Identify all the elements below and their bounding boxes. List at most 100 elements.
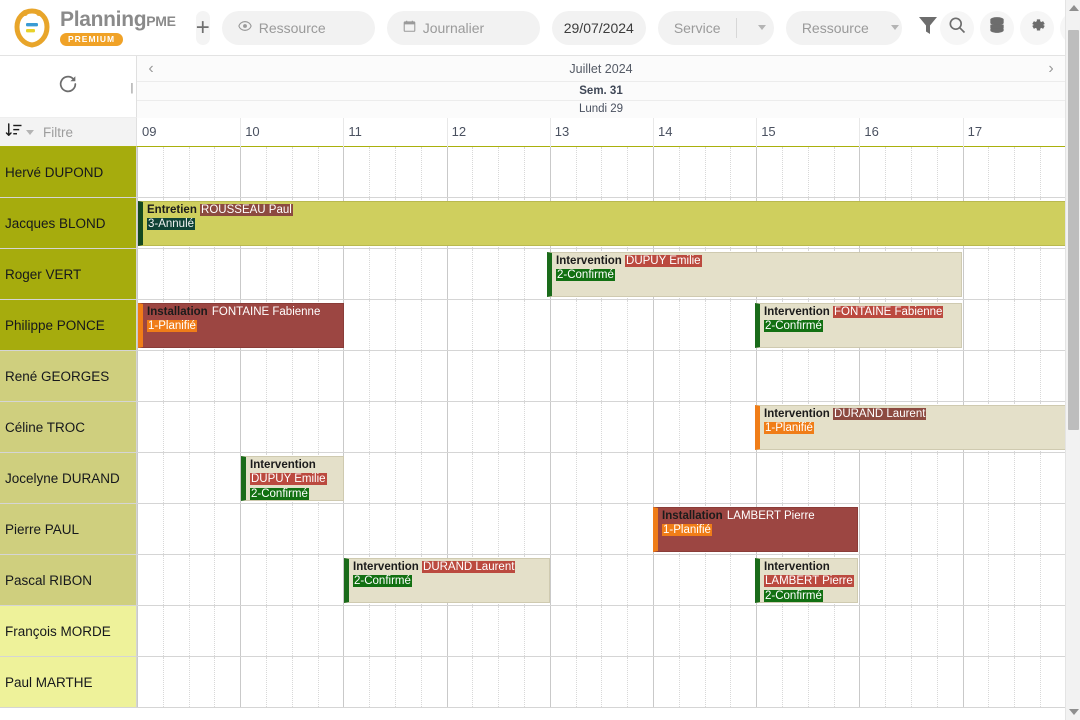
hour-gridline xyxy=(653,555,654,605)
quarter-gridline xyxy=(885,555,887,605)
task-type-label: Intervention xyxy=(764,408,830,420)
resource-timeline-cells[interactable] xyxy=(137,351,1065,401)
prev-period-button[interactable]: ‹ xyxy=(137,60,165,78)
panel-resize-handle[interactable]: || xyxy=(130,82,136,96)
resource-select[interactable]: Ressource xyxy=(785,10,902,45)
resource-timeline-cells[interactable]: Intervention DURAND Laurent 1-Planifié xyxy=(137,402,1065,452)
resource-name-cell[interactable]: François MORDE xyxy=(0,606,137,656)
scroll-up-button[interactable] xyxy=(1066,0,1080,16)
planningpme-logo-icon xyxy=(12,7,52,48)
refresh-button[interactable] xyxy=(57,73,79,100)
task-bar[interactable]: Intervention DUPUY Emilie 2-Confirmé xyxy=(241,456,344,501)
quarter-gridline xyxy=(188,657,190,707)
select-divider xyxy=(735,17,737,38)
hour-gridline xyxy=(343,606,345,656)
quarter-gridline xyxy=(627,402,629,452)
task-client-label: LAMBERT Pierre xyxy=(764,575,854,588)
quarter-gridline xyxy=(601,555,603,605)
resource-name-cell[interactable]: René GEORGES xyxy=(0,351,137,401)
add-button[interactable]: + xyxy=(195,10,210,45)
quarter-gridline xyxy=(833,351,835,401)
scroll-down-button[interactable] xyxy=(1066,704,1080,720)
resource-timeline-cells[interactable]: Intervention DURAND Laurent 2-Confirmé Int… xyxy=(137,555,1065,605)
task-client-label: DUPUY Emilie xyxy=(625,255,702,267)
resource-name-cell[interactable]: Hervé DUPOND xyxy=(0,147,137,197)
quarter-gridline xyxy=(807,147,809,197)
filter-button[interactable] xyxy=(916,13,940,42)
quarter-gridline xyxy=(730,300,732,350)
resource-name-cell[interactable]: Jocelyne DURAND xyxy=(0,453,137,503)
quarter-gridline xyxy=(782,453,783,503)
resource-timeline-cells[interactable]: Intervention DUPUY Emilie 2-Confirmé xyxy=(137,249,1065,299)
quarter-gridline xyxy=(704,147,706,197)
quarter-gridline xyxy=(420,606,422,656)
quarter-gridline xyxy=(782,657,783,707)
scrollbar-thumb[interactable] xyxy=(1068,30,1079,430)
resource-name-cell[interactable]: Céline TROC xyxy=(0,402,137,452)
hour-gridline xyxy=(240,351,242,401)
task-line: 1-Planifié xyxy=(764,421,1065,435)
resource-name-label: Philippe PONCE xyxy=(5,317,105,333)
resource-name-cell[interactable]: Paul MARTHE xyxy=(0,657,137,707)
search-button[interactable] xyxy=(939,10,974,45)
task-bar[interactable]: Intervention DURAND Laurent 2-Confirmé xyxy=(344,558,550,603)
resource-name-cell[interactable]: Pierre PAUL xyxy=(0,504,137,554)
task-status-label: 3-Annulé xyxy=(147,218,196,231)
quarter-gridline xyxy=(807,453,809,503)
next-period-button[interactable]: › xyxy=(1037,60,1065,78)
quarter-gridline xyxy=(988,300,990,350)
resource-timeline-cells[interactable] xyxy=(137,147,1065,197)
hour-tick xyxy=(240,118,242,147)
filter-input[interactable]: Filtre xyxy=(43,125,73,140)
task-bar[interactable]: Entretien ROUSSEAU Paul 3-Annulé xyxy=(138,201,1065,246)
hour-gridline xyxy=(137,606,138,656)
vertical-scrollbar[interactable] xyxy=(1065,0,1080,720)
quarter-gridline xyxy=(936,147,938,197)
quarter-gridline xyxy=(885,606,887,656)
quarter-gridline xyxy=(266,147,267,197)
hour-gridline xyxy=(962,657,964,707)
task-bar[interactable]: Installation LAMBERT Pierre 1-Planifié xyxy=(653,507,858,552)
quarter-gridline xyxy=(524,351,525,401)
quarter-gridline xyxy=(162,147,164,197)
task-bar[interactable]: Intervention LAMBERT Pierre 2-Confirmé xyxy=(755,558,858,603)
sort-chevron-down-icon[interactable] xyxy=(26,129,34,135)
hour-scale: 09 10 11 12 13 14 15 16 17 xyxy=(137,118,1065,147)
hour-gridline xyxy=(446,300,448,350)
quarter-gridline xyxy=(472,453,474,503)
resource-name-cell[interactable]: Pascal RIBON xyxy=(0,555,137,605)
quarter-gridline xyxy=(988,657,990,707)
resource-timeline-cells[interactable]: Installation LAMBERT Pierre 1-Planifié xyxy=(137,504,1065,554)
task-bar[interactable]: Intervention FONTAINE Fabienne 2-Confirmé xyxy=(755,303,962,348)
resource-timeline-cells[interactable] xyxy=(137,657,1065,707)
resource-row: Pierre PAUL Installation LAMBERT Pierre 1-… xyxy=(0,504,1065,555)
resource-name-cell[interactable]: Roger VERT xyxy=(0,249,137,299)
quarter-gridline xyxy=(524,606,525,656)
settings-button[interactable] xyxy=(1019,10,1054,45)
hour-gridline xyxy=(756,606,758,656)
view-mode-label: Ressource xyxy=(258,19,326,36)
resource-timeline-cells[interactable]: Entretien ROUSSEAU Paul 3-Annulé xyxy=(137,198,1065,248)
task-bar[interactable]: Intervention DURAND Laurent 1-Planifié xyxy=(755,405,1065,450)
sort-button[interactable] xyxy=(5,121,23,144)
resource-timeline-cells[interactable] xyxy=(137,606,1065,656)
task-type-label: Installation xyxy=(147,306,208,318)
resource-timeline-cells[interactable]: Intervention DUPUY Emilie 2-Confirmé xyxy=(137,453,1065,503)
view-mode-resource-button[interactable]: Ressource xyxy=(221,10,375,45)
quarter-gridline xyxy=(1040,504,1041,554)
resource-timeline-cells[interactable]: Installation FONTAINE Fabienne 1-Planifié… xyxy=(137,300,1065,350)
period-daily-button[interactable]: Journalier xyxy=(386,10,540,45)
service-select[interactable]: Service xyxy=(657,10,774,45)
quarter-gridline xyxy=(214,249,216,299)
resource-name-cell[interactable]: Jacques BLOND xyxy=(0,198,137,248)
task-client-label: DURAND Laurent xyxy=(833,408,927,420)
task-bar[interactable]: Intervention DUPUY Emilie 2-Confirmé xyxy=(547,252,962,297)
hour-label: 16 xyxy=(864,124,879,139)
date-input[interactable]: 29/07/2024 xyxy=(551,10,646,45)
resource-name-cell[interactable]: Philippe PONCE xyxy=(0,300,137,350)
quarter-gridline xyxy=(575,606,577,656)
quarter-gridline xyxy=(214,606,216,656)
database-button[interactable] xyxy=(979,10,1014,45)
hour-gridline xyxy=(549,402,551,452)
task-bar[interactable]: Installation FONTAINE Fabienne 1-Planifié xyxy=(138,303,344,348)
